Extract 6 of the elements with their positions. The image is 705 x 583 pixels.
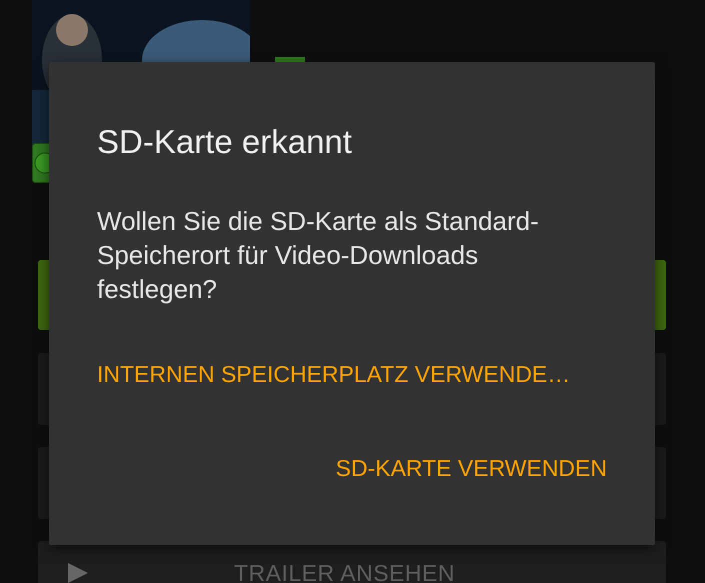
dialog-message: Wollen Sie die SD-Karte als Standard-Speicherort für Video-Downloads festlegen? bbox=[97, 205, 540, 306]
dialog-button[interactable]: SD-KARTE VERWENDEN bbox=[336, 442, 607, 494]
play-icon bbox=[66, 561, 90, 583]
badge-icon bbox=[32, 143, 52, 183]
dialog-button[interactable]: INTERNEN SPEICHERPLATZ VERWENDE… bbox=[97, 348, 570, 400]
dialog-title: SD-Karte erkannt bbox=[97, 122, 353, 162]
